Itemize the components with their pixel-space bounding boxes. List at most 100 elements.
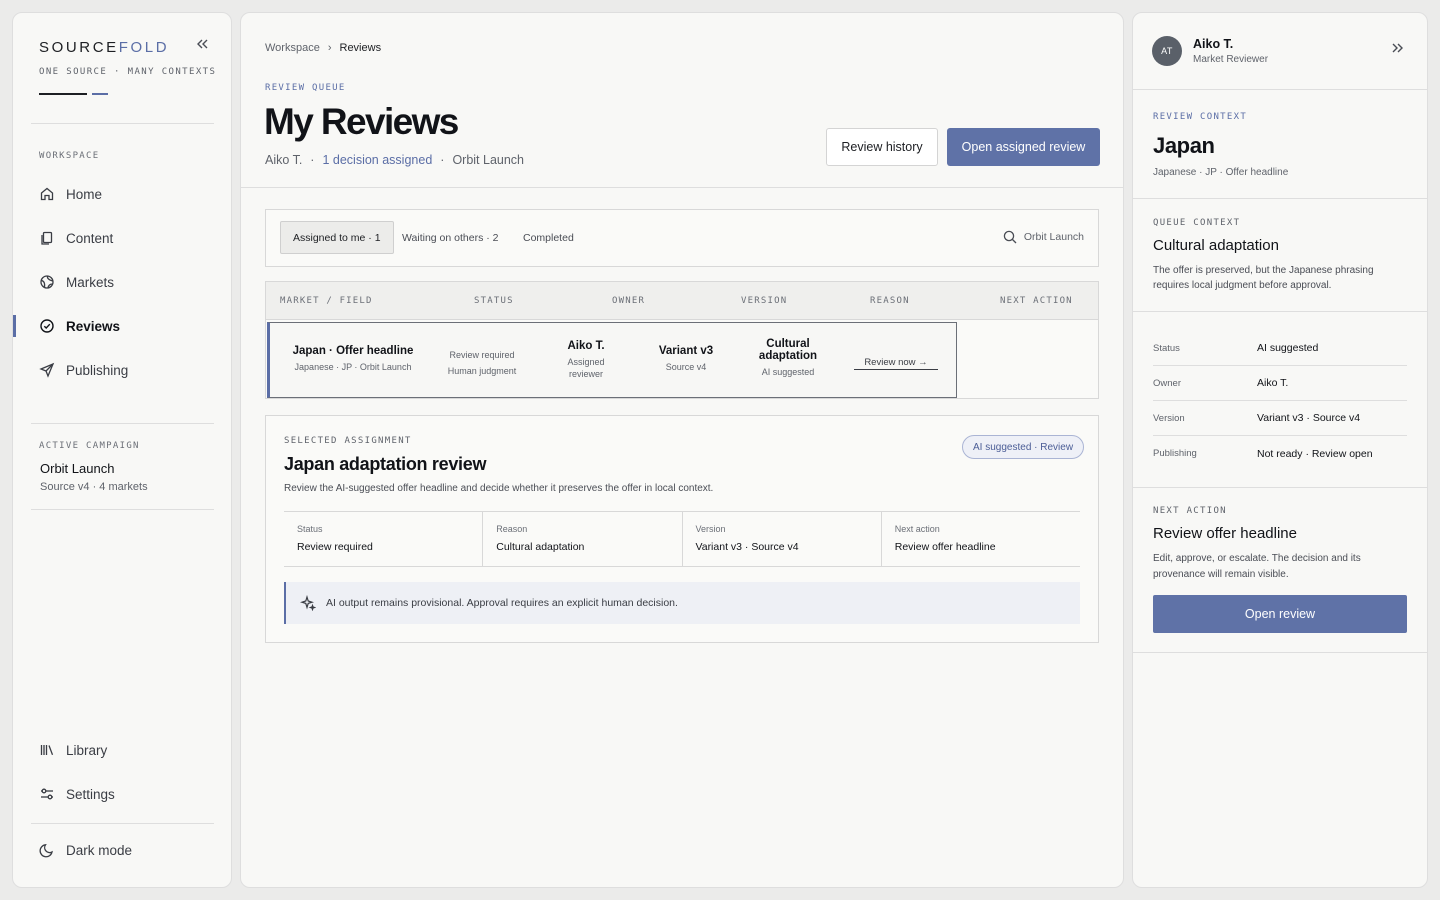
detail-key: Status (1153, 342, 1180, 354)
dark-mode-toggle[interactable]: Dark mode (13, 832, 232, 868)
collapse-sidebar-button[interactable] (193, 37, 211, 55)
open-assigned-review-button[interactable]: Open assigned review (947, 128, 1100, 166)
cell-status: Review required Human judgment (436, 349, 528, 377)
column-header-market-field: MARKET / FIELD (280, 296, 373, 306)
assignment-fields: Status Review required Reason Cultural a… (284, 511, 1080, 567)
user-name: Aiko T. (1193, 37, 1234, 51)
sidebar-item-home[interactable]: Home (13, 176, 232, 212)
sidebar-item-settings[interactable]: Settings (13, 776, 232, 812)
next-action-label: NEXT ACTION (1153, 506, 1227, 516)
sidebar-divider (31, 509, 214, 510)
breadcrumb: Workspace › Reviews (265, 42, 381, 54)
status-meta: Human judgment (447, 366, 517, 376)
tab-completed[interactable]: Completed (511, 221, 586, 254)
campaign-search[interactable]: Orbit Launch (1003, 230, 1084, 244)
ai-suggested-badge: AI suggested · Review (962, 435, 1085, 459)
panel-divider (1133, 652, 1427, 653)
field-key: Next action (894, 524, 940, 534)
field-value: Variant v3 · Source v4 (695, 541, 799, 553)
sidebar-item-label: Markets (66, 274, 115, 290)
active-campaign-name[interactable]: Orbit Launch (40, 461, 114, 476)
queue-context-label: QUEUE CONTEXT (1153, 218, 1241, 228)
detail-key: Owner (1153, 377, 1181, 389)
user-role: Market Reviewer (1193, 54, 1269, 65)
field-key: Status (297, 524, 323, 534)
check-circle-icon (40, 319, 54, 333)
status-value: Review required (449, 350, 515, 360)
avatar[interactable]: AT (1152, 36, 1182, 66)
sidebar-item-reviews[interactable]: Reviews (13, 308, 232, 344)
detail-value: Aiko T. (1257, 377, 1289, 389)
cell-reason: Cultural adaptation AI suggested (744, 338, 832, 378)
cell-owner: Aiko T. Assigned reviewer (554, 340, 618, 380)
review-context-title: Japan (1153, 133, 1215, 158)
column-header-reason: REASON (870, 296, 910, 306)
detail-value: Variant v3 · Source v4 (1257, 412, 1361, 424)
review-context-label: REVIEW CONTEXT (1153, 112, 1248, 122)
brand-logo[interactable]: SOURCEFOLD (39, 39, 169, 56)
sidebar: SOURCEFOLD ONE SOURCE · MANY CONTEXTS WO… (12, 12, 232, 888)
page-meta: Aiko T. · 1 decision assigned · Orbit La… (265, 153, 524, 167)
column-header-next-action: NEXT ACTION (1000, 296, 1073, 306)
sidebar-item-publishing[interactable]: Publishing (13, 352, 232, 388)
open-review-button[interactable]: Open review (1153, 595, 1407, 633)
reason-line1: Cultural (766, 338, 810, 350)
panel-divider (1133, 89, 1427, 90)
detail-row-status: Status AI suggested (1153, 331, 1407, 366)
table-header: MARKET / FIELD STATUS OWNER VERSION REAS… (266, 282, 1098, 320)
sidebar-item-label: Library (66, 742, 108, 758)
field-key: Version (695, 524, 726, 534)
reason-meta: AI suggested (761, 367, 815, 377)
assignment-title: Japan adaptation review (284, 454, 487, 474)
dark-mode-label: Dark mode (66, 842, 133, 858)
panel-divider (1133, 198, 1427, 199)
sidebar-item-markets[interactable]: Markets (13, 264, 232, 300)
field-key: Reason (496, 524, 528, 534)
assignment-description: Review the AI-suggested offer headline a… (284, 483, 714, 494)
home-icon (40, 187, 54, 201)
panel-divider (1133, 487, 1427, 488)
tab-assigned-to-me[interactable]: Assigned to me · 1 (280, 221, 394, 254)
assignment-field-reason: Reason Cultural adaptation (483, 512, 683, 566)
next-action-title: Review offer headline (1153, 525, 1297, 542)
breadcrumb-workspace[interactable]: Workspace (265, 42, 320, 54)
field-meta: Japanese · JP · Orbit Launch (294, 362, 412, 372)
review-context-panel: AT Aiko T. Market Reviewer REVIEW CONTEX… (1132, 12, 1428, 888)
review-now-link[interactable]: Review now → (854, 357, 938, 370)
cell-market-field: Japan · Offer headline Japanese · JP · O… (284, 345, 422, 373)
next-action-description: Edit, approve, or escalate. The decision… (1153, 553, 1361, 580)
globe-icon (40, 275, 54, 289)
sparkles-icon (300, 595, 316, 611)
send-icon (39, 362, 55, 378)
tab-waiting-on-others[interactable]: Waiting on others · 2 (390, 221, 511, 254)
detail-row-owner: Owner Aiko T. (1153, 366, 1407, 401)
sidebar-item-label: Settings (66, 786, 115, 802)
column-header-version: VERSION (741, 296, 788, 306)
field-name: Japan · Offer headline (292, 345, 414, 357)
collapse-panel-button[interactable] (1389, 41, 1407, 59)
meta-assigned-link[interactable]: 1 decision assigned (322, 153, 432, 167)
double-chevron-right-icon (1392, 43, 1403, 53)
assignment-field-next-action: Next action Review offer headline (882, 512, 1080, 566)
sidebar-item-library[interactable]: Library (13, 732, 232, 768)
moon-icon (39, 844, 53, 858)
notice-text: AI output remains provisional. Approval … (326, 597, 678, 609)
search-label: Orbit Launch (1023, 231, 1084, 243)
table-row[interactable]: Japan · Offer headline Japanese · JP · O… (267, 322, 957, 398)
queue-context-title: Cultural adaptation (1153, 237, 1279, 254)
review-context-meta: Japanese · JP · Offer headline (1153, 167, 1289, 178)
meta-separator: · (310, 153, 315, 167)
queue-context-description: The offer is preserved, but the Japanese… (1153, 265, 1374, 291)
field-value: Review required (297, 541, 373, 553)
brand-underline (39, 93, 87, 95)
selected-assignment-card: SELECTED ASSIGNMENT Japan adaptation rev… (265, 415, 1099, 643)
search-icon (1003, 230, 1017, 244)
page-title: My Reviews (264, 101, 459, 142)
header-divider (241, 187, 1123, 188)
review-history-button[interactable]: Review history (826, 128, 938, 166)
detail-key: Publishing (1153, 448, 1197, 459)
column-header-owner: OWNER (612, 296, 646, 306)
ai-provisional-notice: AI output remains provisional. Approval … (284, 582, 1080, 624)
brand-tagline: ONE SOURCE · MANY CONTEXTS (39, 67, 217, 77)
sidebar-item-content[interactable]: Content (13, 220, 232, 256)
